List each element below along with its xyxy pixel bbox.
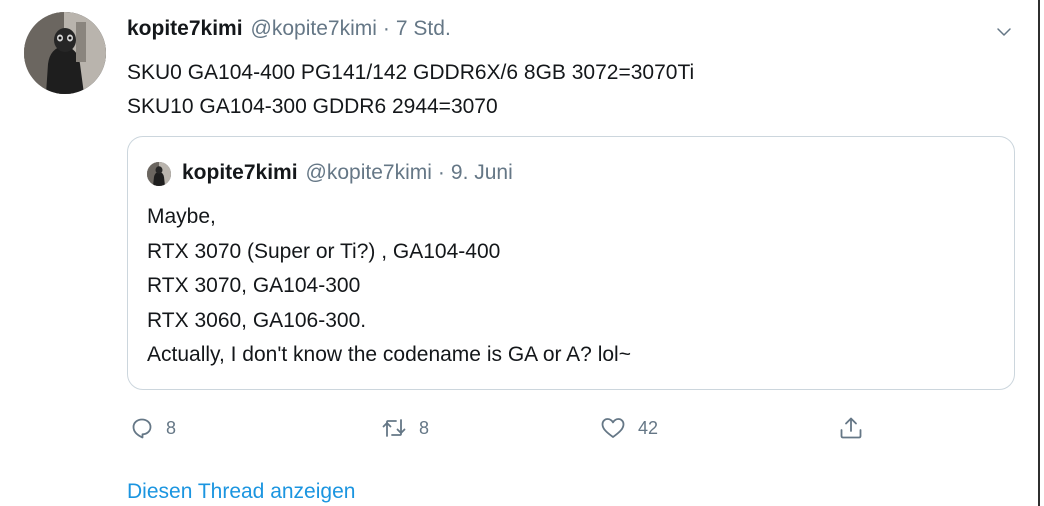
quote-text-line: RTX 3070, GA104-300 — [147, 274, 361, 297]
author-name[interactable]: kopite7kimi — [127, 17, 243, 41]
quote-author-handle: @kopite7kimi — [305, 161, 432, 184]
tweet-menu-button[interactable] — [990, 18, 1018, 46]
separator-dot: · — [382, 17, 390, 40]
like-count: 42 — [638, 417, 659, 438]
quote-header: kopite7kimi @kopite7kimi · 9. Juni — [182, 158, 513, 188]
reply-count: 8 — [166, 417, 177, 438]
chevron-down-icon — [997, 28, 1011, 36]
quote-timestamp: 9. Juni — [450, 161, 513, 184]
quoted-tweet[interactable]: kopite7kimi @kopite7kimi · 9. Juni Maybe… — [127, 136, 1015, 390]
tweet-text: SKU0 GA104-400 PG141/142 GDDR6X/6 8GB 30… — [127, 56, 694, 124]
separator-dot: · — [437, 161, 445, 184]
retweet-button[interactable]: 8 — [381, 408, 429, 448]
avatar[interactable] — [24, 12, 106, 94]
share-button[interactable] — [838, 408, 864, 448]
tweet-text-line: SKU10 GA104-300 GDDR6 2944=3070 — [127, 95, 498, 118]
show-thread-link[interactable]: Diesen Thread anzeigen — [127, 480, 355, 504]
retweet-icon — [382, 419, 406, 437]
tweet-timestamp[interactable]: 7 Std. — [396, 17, 451, 41]
quote-avatar — [147, 162, 171, 186]
tweet-actions: 8 8 42 — [0, 408, 1044, 448]
like-button[interactable]: 42 — [600, 408, 658, 448]
quote-text: Maybe, RTX 3070 (Super or Ti?) , GA104-4… — [147, 200, 631, 373]
quote-text-line: Actually, I don't know the codename is G… — [147, 343, 631, 366]
quote-text-line: RTX 3060, GA106-300. — [147, 308, 367, 332]
reply-icon — [132, 418, 152, 439]
reply-button[interactable]: 8 — [130, 408, 176, 448]
quote-text-line: Maybe, — [147, 205, 216, 228]
tweet-header: kopite7kimi @kopite7kimi · 7 Std. — [127, 14, 451, 44]
quote-author-name: kopite7kimi — [182, 161, 298, 184]
share-icon — [840, 417, 862, 439]
retweet-count: 8 — [419, 417, 430, 438]
author-handle[interactable]: @kopite7kimi — [251, 17, 377, 41]
heart-icon — [601, 418, 625, 438]
tweet-text-line: SKU0 GA104-400 PG141/142 GDDR6X/6 8GB 30… — [127, 61, 695, 84]
quote-text-line: RTX 3070 (Super or Ti?) , GA104-400 — [147, 239, 501, 263]
